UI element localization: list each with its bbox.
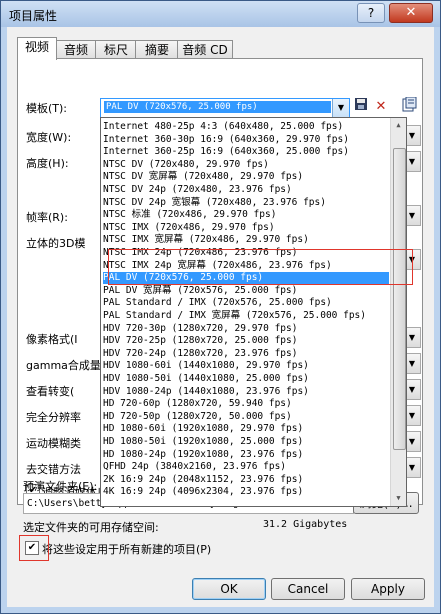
free-space-value: 31.2 Gigabytes (263, 519, 348, 530)
template-option[interactable]: NTSC DV 宽屏幕 (720x480, 29.970 fps) (103, 171, 303, 183)
close-button[interactable]: ✕ (389, 3, 433, 23)
chevron-down-icon[interactable]: ▼ (332, 99, 349, 117)
tab-ruler[interactable]: 标尺 (95, 40, 137, 59)
dialog-client: 视频 音频 标尺 摘要 音频 CD 模板(T): PAL DV (720x576… (7, 27, 434, 607)
title-bar: 项目属性 ? ✕ (1, 1, 440, 27)
template-option[interactable]: PAL DV 宽屏幕 (720x576, 25.000 fps) (103, 285, 297, 297)
scroll-down-icon[interactable]: ▼ (391, 491, 406, 506)
pixel-format-label: 像素格式(I (26, 333, 78, 346)
full-res-label: 完全分辨率 (26, 411, 81, 424)
template-option[interactable]: HD 720-60p (1280x720, 59.940 fps) (103, 398, 292, 410)
template-option[interactable]: HD 1080-60i (1920x1080, 29.970 fps) (103, 423, 303, 435)
delete-icon[interactable]: ✕ (372, 97, 390, 117)
template-option[interactable]: HDV 720-24p (1280x720, 23.976 fps) (103, 348, 297, 360)
apply-all-label: 将这些设定用于所有新建的项目(P) (42, 543, 212, 556)
deinterlace-label: 去交错方法 (26, 463, 81, 476)
template-option[interactable]: Internet 360-30p 16:9 (640x360, 29.970 f… (103, 134, 349, 146)
template-option[interactable]: HDV 1080-60i (1440x1080, 29.970 fps) (103, 360, 309, 372)
template-option[interactable]: 2K 16:9 24p (2048x1152, 23.976 fps) (103, 474, 303, 486)
template-option[interactable]: HDV 1080-24p (1440x1080, 23.976 fps) (103, 386, 309, 398)
frame-rate-label: 帧率(R): (26, 211, 68, 224)
template-option[interactable]: HD 1080-24p (1920x1080, 23.976 fps) (103, 449, 303, 461)
template-select[interactable]: PAL DV (720x576, 25.000 fps) ▼ (100, 98, 350, 118)
template-option[interactable]: NTSC IMX (720x486, 29.970 fps) (103, 222, 275, 234)
template-option[interactable]: HDV 720-25p (1280x720, 25.000 fps) (103, 335, 297, 347)
tab-summary[interactable]: 摘要 (135, 40, 179, 59)
template-option[interactable]: NTSC 标准 (720x486, 29.970 fps) (103, 209, 276, 221)
template-option[interactable]: NTSC DV 24p (720x480, 23.976 fps) (103, 184, 292, 196)
video-settings-panel: 模板(T): PAL DV (720x576, 25.000 fps) ▼ ✕ … (17, 58, 423, 507)
template-option[interactable]: NTSC IMX 宽屏幕 (720x486, 29.970 fps) (103, 234, 309, 246)
template-option[interactable]: HD 1080-50i (1920x1080, 25.000 fps) (103, 436, 303, 448)
template-label: 模板(T): (26, 102, 68, 115)
free-space-label: 选定文件夹的可用存储空间: (23, 521, 159, 534)
template-option[interactable]: HDV 1080-50i (1440x1080, 25.000 fps) (103, 373, 309, 385)
template-option[interactable]: PAL Standard / IMX (720x576, 25.000 fps) (103, 297, 332, 309)
template-option[interactable]: Internet 480-25p 4:3 (640x480, 25.000 fp… (103, 121, 343, 133)
tab-video[interactable]: 视频 (17, 37, 57, 60)
template-option[interactable]: 4K 16:9 24p (4096x2304, 23.976 fps) (103, 486, 303, 498)
cancel-button[interactable]: Cancel (271, 578, 345, 600)
motion-blur-label: 运动模糊类 (26, 437, 81, 450)
window-title: 项目属性 (9, 9, 58, 23)
help-button[interactable]: ? (357, 3, 385, 23)
highlight-box (108, 249, 413, 285)
view-transform-label: 查看转变( (26, 385, 75, 398)
prerender-folder-label: 预演文件夹(E): (23, 480, 98, 493)
gamma-label: gamma合成量 (26, 359, 101, 372)
project-properties-window: 项目属性 ? ✕ 视频 音频 标尺 摘要 音频 CD 模板(T): PAL DV… (0, 0, 441, 614)
template-option[interactable]: HDV 720-30p (1280x720, 29.970 fps) (103, 323, 297, 335)
apply-button[interactable]: Apply (351, 578, 425, 600)
save-icon[interactable] (352, 97, 370, 117)
template-option[interactable]: PAL Standard / IMX 宽屏幕 (720x576, 25.000 … (103, 310, 366, 322)
height-label: 高度(H): (26, 157, 69, 170)
scroll-up-icon[interactable]: ▲ (391, 118, 406, 133)
stereo3d-label: 立体的3D模 (26, 237, 86, 250)
template-dropdown-list[interactable]: Internet 480-25p 4:3 (640x480, 25.000 fp… (100, 117, 407, 507)
template-value: PAL DV (720x576, 25.000 fps) (104, 101, 331, 113)
scroll-thumb[interactable] (393, 148, 406, 450)
highlight-box (19, 535, 49, 561)
dropdown-scrollbar[interactable]: ▲ ▼ (390, 118, 406, 506)
template-option[interactable]: HD 720-50p (1280x720, 50.000 fps) (103, 411, 292, 423)
template-option[interactable]: QFHD 24p (3840x2160, 23.976 fps) (103, 461, 286, 473)
template-option[interactable]: Internet 360-25p 16:9 (640x360, 25.000 f… (103, 146, 349, 158)
template-info-icon[interactable] (400, 96, 418, 117)
ok-button[interactable]: OK (192, 578, 266, 600)
tab-audio[interactable]: 音频 (55, 40, 97, 59)
template-option[interactable]: NTSC DV 24p 宽银幕 (720x480, 23.976 fps) (103, 197, 326, 209)
template-option[interactable]: NTSC DV (720x480, 29.970 fps) (103, 159, 269, 171)
tab-audio-cd[interactable]: 音频 CD (177, 40, 233, 59)
width-label: 宽度(W): (26, 131, 72, 144)
